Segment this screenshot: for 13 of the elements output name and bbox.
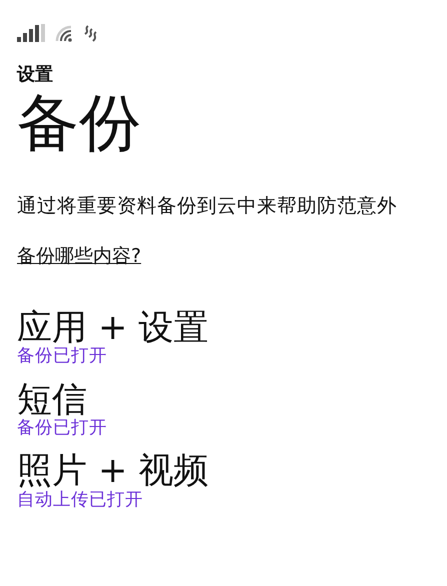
help-link[interactable]: 备份哪些内容? bbox=[17, 244, 142, 268]
page-title: 备份 bbox=[17, 92, 142, 154]
wifi-icon bbox=[55, 25, 73, 42]
setting-title[interactable]: 应用 + 设置 bbox=[17, 308, 209, 348]
setting-title[interactable]: 短信 bbox=[17, 380, 87, 420]
setting-status: 备份已打开 bbox=[17, 419, 107, 438]
setting-status: 备份已打开 bbox=[17, 347, 107, 367]
description-text: 通过将重要资料备份到云中来帮助防范意外 bbox=[17, 194, 398, 217]
setting-status: 自动上传已打开 bbox=[17, 490, 143, 510]
setting-title[interactable]: 照片 + 视频 bbox=[17, 452, 209, 491]
section-label: 设置 bbox=[17, 64, 54, 86]
vibrate-icon bbox=[82, 25, 98, 42]
signal-icon bbox=[17, 24, 46, 42]
